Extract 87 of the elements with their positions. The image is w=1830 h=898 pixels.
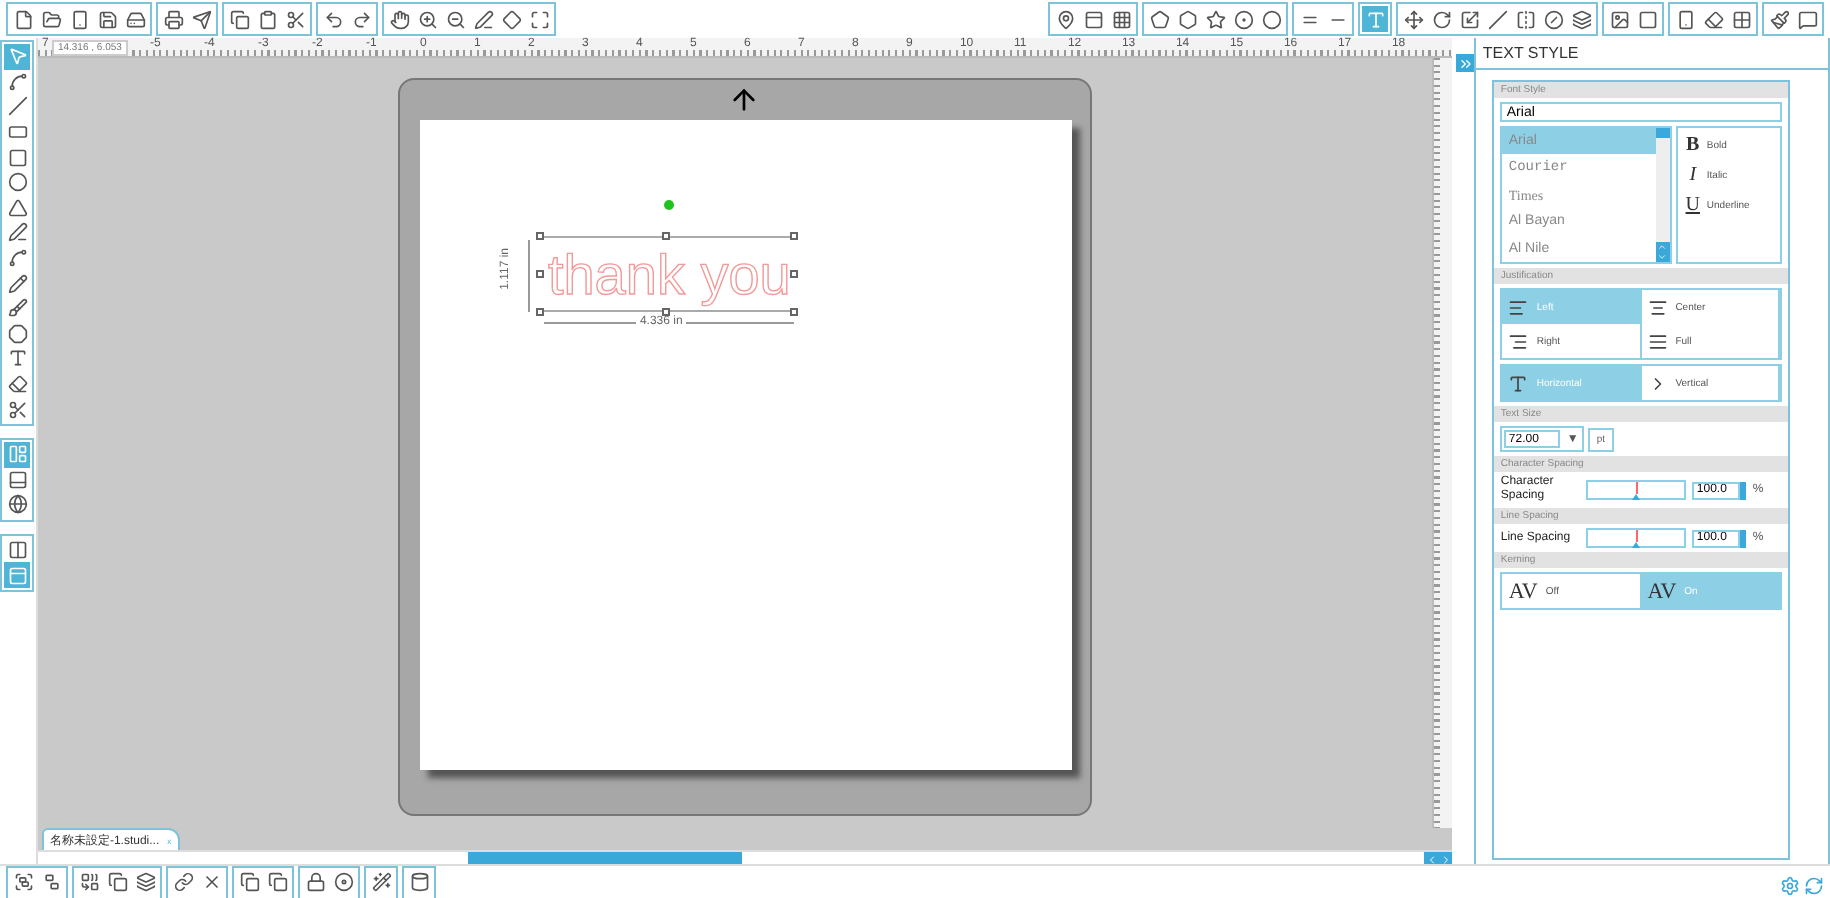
- align-lines-icon: [1647, 331, 1668, 351]
- spinner-icon[interactable]: [1740, 529, 1747, 547]
- hexagon-icon[interactable]: [1174, 6, 1200, 32]
- globe-icon[interactable]: [4, 492, 31, 518]
- shear-icon[interactable]: [1484, 6, 1510, 32]
- selection-handle[interactable]: [535, 232, 544, 240]
- selection-handle[interactable]: [661, 308, 670, 316]
- slider-thumb[interactable]: [1631, 482, 1642, 500]
- selection-handle[interactable]: [789, 308, 798, 316]
- cut-icon[interactable]: [282, 6, 308, 32]
- selection-handle[interactable]: [789, 270, 798, 278]
- print-icon[interactable]: [160, 6, 186, 32]
- wand-icon[interactable]: [368, 869, 394, 895]
- save-icon[interactable]: [94, 6, 120, 32]
- star-icon[interactable]: [1202, 6, 1228, 32]
- diamond-icon[interactable]: [498, 6, 524, 32]
- arc-icon[interactable]: [4, 245, 31, 271]
- brush-icon[interactable]: [4, 295, 31, 322]
- disc-icon[interactable]: [330, 869, 356, 895]
- undo-icon[interactable]: [320, 6, 346, 32]
- image-icon[interactable]: [1606, 6, 1632, 32]
- send-icon[interactable]: [188, 6, 214, 32]
- link-icon[interactable]: [170, 869, 196, 895]
- line-icon[interactable]: [4, 94, 31, 120]
- polygon-icon[interactable]: [4, 195, 31, 221]
- flip-icon[interactable]: [1512, 6, 1538, 32]
- group-icon[interactable]: [10, 869, 36, 895]
- grid-icon[interactable]: [1728, 6, 1754, 32]
- move-icon[interactable]: [1400, 6, 1426, 32]
- settings-icon[interactable]: [1780, 872, 1800, 892]
- font-list-scrollbar[interactable]: [1656, 128, 1671, 262]
- ellipse-icon[interactable]: [4, 169, 31, 196]
- slider-thumb[interactable]: [1631, 530, 1642, 548]
- circle-icon[interactable]: [1258, 6, 1284, 32]
- spacing-slider-track[interactable]: [1586, 480, 1687, 500]
- align-lines-icon: [1647, 297, 1668, 317]
- layers-icon[interactable]: [1568, 6, 1594, 32]
- library-icon[interactable]: [4, 467, 31, 493]
- scrollbar-thumb[interactable]: [1656, 128, 1671, 138]
- selection-handle[interactable]: [661, 232, 670, 240]
- layers-icon[interactable]: [132, 869, 158, 895]
- copy-icon[interactable]: [264, 869, 290, 895]
- refresh-icon[interactable]: [1804, 872, 1824, 892]
- pen-icon[interactable]: [470, 6, 496, 32]
- rotate-icon[interactable]: [1428, 6, 1454, 32]
- window-icon[interactable]: [1080, 6, 1106, 32]
- cylinder-icon[interactable]: [406, 869, 432, 895]
- selection-handle[interactable]: [535, 270, 544, 278]
- zoom-out-icon[interactable]: [442, 6, 468, 32]
- scrollbar-thumb[interactable]: [467, 852, 742, 864]
- knife-icon[interactable]: [4, 396, 31, 422]
- square-icon[interactable]: [1634, 6, 1660, 32]
- rotate-handle[interactable]: [663, 200, 674, 210]
- curve-icon[interactable]: [4, 220, 31, 246]
- align-lines-icon: [1508, 331, 1529, 351]
- fit-icon[interactable]: [526, 6, 552, 32]
- selection-handle[interactable]: [789, 232, 798, 240]
- hand-icon[interactable]: [386, 6, 412, 32]
- pentagon-icon[interactable]: [1146, 6, 1172, 32]
- scale-icon[interactable]: [1456, 6, 1482, 32]
- brush-icon[interactable]: [1766, 6, 1792, 32]
- copy-icon[interactable]: [236, 869, 262, 895]
- folder-icon[interactable]: [38, 6, 64, 32]
- eraser-icon[interactable]: [1700, 6, 1726, 32]
- circle-dot-icon[interactable]: [1230, 6, 1256, 32]
- octagon-icon[interactable]: [4, 321, 31, 347]
- edit-points-icon[interactable]: [4, 69, 31, 95]
- pencil-icon[interactable]: [4, 270, 31, 296]
- panel-title: TEXT STYLE: [1476, 38, 1828, 70]
- window-icon[interactable]: [4, 537, 31, 563]
- combine-icon[interactable]: [76, 869, 102, 895]
- circle-slash-icon[interactable]: [1540, 6, 1566, 32]
- collapse-panel-button[interactable]: [1456, 54, 1475, 72]
- lock-icon[interactable]: [302, 869, 328, 895]
- outlined-text: thank you: [547, 244, 791, 306]
- selection-handle[interactable]: [535, 308, 544, 316]
- grid-icon[interactable]: [1108, 6, 1134, 32]
- copy-icon[interactable]: [226, 6, 252, 32]
- text-icon: [1508, 373, 1529, 393]
- duplicate-icon[interactable]: [104, 869, 130, 895]
- rounded-square-icon[interactable]: [4, 144, 31, 170]
- message-icon[interactable]: [1794, 6, 1820, 32]
- spinner-icon[interactable]: [1740, 481, 1747, 499]
- align-lines-icon: [1508, 297, 1529, 317]
- eraser-icon[interactable]: [4, 371, 31, 397]
- spacing-slider-track[interactable]: [1586, 528, 1687, 548]
- zoom-in-icon[interactable]: [414, 6, 440, 32]
